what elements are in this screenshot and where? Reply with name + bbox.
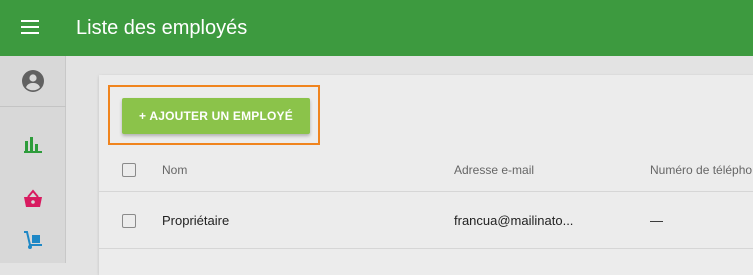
hand-truck-icon[interactable] xyxy=(21,228,45,252)
account-circle-icon[interactable] xyxy=(21,69,45,93)
cell-phone: — xyxy=(650,213,663,228)
column-header-name[interactable]: Nom xyxy=(162,163,187,177)
table-divider xyxy=(99,248,753,249)
add-employee-button[interactable]: + AJOUTER UN EMPLOYÉ xyxy=(122,98,310,134)
table-divider xyxy=(99,191,753,192)
cell-email: francua@mailinato... xyxy=(454,213,574,228)
sidebar-divider xyxy=(0,106,66,107)
bar-chart-icon[interactable] xyxy=(21,132,45,156)
column-header-email[interactable]: Adresse e-mail xyxy=(454,163,534,177)
shopping-basket-icon[interactable] xyxy=(21,187,45,211)
app-bar: Liste des employés xyxy=(0,0,753,56)
column-header-phone[interactable]: Numéro de télépho xyxy=(650,163,752,177)
cell-name: Propriétaire xyxy=(162,213,230,228)
sidebar xyxy=(0,56,66,263)
hamburger-menu-icon[interactable] xyxy=(21,20,39,34)
row-checkbox[interactable] xyxy=(122,214,136,228)
select-all-checkbox[interactable] xyxy=(122,163,136,177)
page-title: Liste des employés xyxy=(76,17,248,39)
